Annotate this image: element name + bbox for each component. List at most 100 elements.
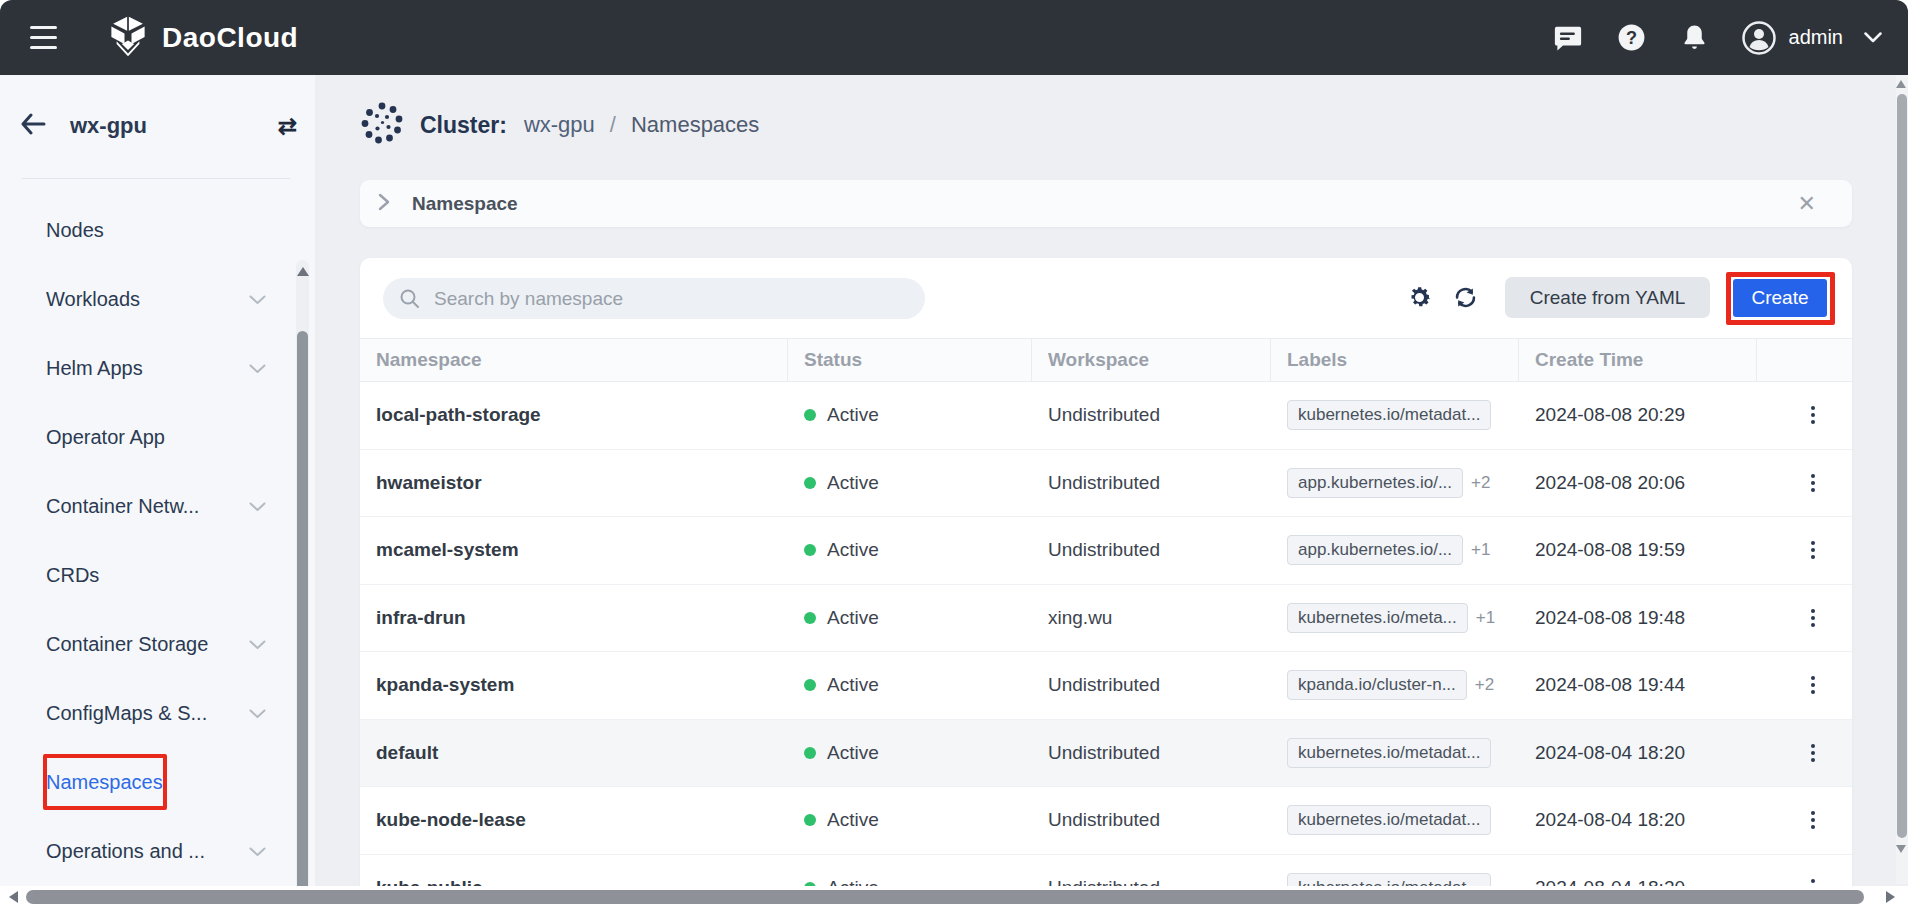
switch-cluster-icon[interactable]: ⇄ bbox=[278, 113, 297, 140]
svg-text:?: ? bbox=[1625, 28, 1636, 48]
sidebar-item-label: Container Storage bbox=[46, 633, 249, 656]
notifications-icon[interactable] bbox=[1680, 23, 1709, 52]
status-dot bbox=[804, 477, 816, 489]
refresh-icon[interactable] bbox=[1452, 284, 1479, 315]
sidebar-item-label: CRDs bbox=[46, 564, 249, 587]
vertical-scrollbar-thumb[interactable] bbox=[1897, 94, 1907, 838]
daocloud-logo-icon bbox=[107, 15, 149, 61]
status-dot bbox=[804, 679, 816, 691]
breadcrumb-cluster-name[interactable]: wx-gpu bbox=[524, 112, 595, 138]
search-input[interactable]: Search by namespace bbox=[383, 278, 925, 319]
chevron-down-icon bbox=[249, 843, 266, 861]
annotation-box-create bbox=[1726, 272, 1835, 325]
column-header[interactable]: Workspace bbox=[1032, 339, 1271, 381]
workspace-text: Undistributed bbox=[1048, 742, 1160, 764]
table-row[interactable]: default Active Undistributed kubernetes.… bbox=[360, 720, 1852, 788]
label-chip[interactable]: kubernetes.io/meta... bbox=[1287, 603, 1468, 633]
back-arrow-icon[interactable] bbox=[20, 113, 46, 139]
namespace-card: Search by namespace Create from YAML Cre… bbox=[360, 258, 1852, 909]
main-content: Cluster: wx-gpu / Namespaces Namespace ✕… bbox=[315, 75, 1908, 909]
user-avatar[interactable] bbox=[1742, 21, 1776, 55]
column-header[interactable]: Create Time bbox=[1519, 339, 1757, 381]
namespace-name[interactable]: default bbox=[376, 742, 438, 764]
table-row[interactable]: infra-drun Active xing.wu kubernetes.io/… bbox=[360, 585, 1852, 653]
row-actions-kebab-icon[interactable] bbox=[1811, 811, 1815, 829]
row-actions-kebab-icon[interactable] bbox=[1811, 609, 1815, 627]
column-header[interactable]: Labels bbox=[1271, 339, 1519, 381]
sidebar-item-label: Nodes bbox=[46, 219, 249, 242]
row-actions-kebab-icon[interactable] bbox=[1811, 744, 1815, 762]
chevron-down-icon bbox=[249, 360, 266, 378]
brand-name: DaoCloud bbox=[162, 22, 298, 54]
create-time: 2024-08-08 19:59 bbox=[1535, 539, 1685, 561]
label-chip[interactable]: kubernetes.io/metadat... bbox=[1287, 400, 1491, 430]
status-dot bbox=[804, 409, 816, 421]
namespace-name[interactable]: hwameistor bbox=[376, 472, 482, 494]
workspace-text: Undistributed bbox=[1048, 674, 1160, 696]
scroll-down-icon[interactable] bbox=[1896, 845, 1906, 853]
column-header[interactable]: Namespace bbox=[360, 339, 788, 381]
table-row[interactable]: kpanda-system Active Undistributed kpand… bbox=[360, 652, 1852, 720]
row-actions-kebab-icon[interactable] bbox=[1811, 406, 1815, 424]
settings-gear-icon[interactable] bbox=[1406, 284, 1433, 315]
chevron-down-icon bbox=[249, 498, 266, 516]
column-header[interactable] bbox=[1757, 339, 1852, 381]
sidebar-item-label: Operations and ... bbox=[46, 840, 249, 863]
expand-chevron-icon[interactable] bbox=[378, 193, 390, 215]
sidebar-item-helm-apps[interactable]: Helm Apps bbox=[0, 334, 290, 403]
workspace-text: Undistributed bbox=[1048, 404, 1160, 426]
sidebar-scroll-up-icon[interactable] bbox=[297, 267, 309, 276]
row-actions-kebab-icon[interactable] bbox=[1811, 474, 1815, 492]
search-icon bbox=[399, 288, 420, 309]
breadcrumb-cluster-label: Cluster: bbox=[420, 112, 507, 139]
label-chip[interactable]: kubernetes.io/metadat... bbox=[1287, 805, 1491, 835]
hamburger-menu-icon[interactable] bbox=[30, 26, 57, 49]
status-text: Active bbox=[827, 539, 879, 561]
horizontal-scrollbar-thumb[interactable] bbox=[26, 890, 1864, 904]
label-chip[interactable]: kubernetes.io/metadat... bbox=[1287, 738, 1491, 768]
namespace-name[interactable]: kube-node-lease bbox=[376, 809, 526, 831]
create-time: 2024-08-08 20:29 bbox=[1535, 404, 1685, 426]
table-row[interactable]: hwameistor Active Undistributed app.kube… bbox=[360, 450, 1852, 518]
scroll-left-icon[interactable] bbox=[9, 891, 18, 903]
sidebar-item-configmaps-s[interactable]: ConfigMaps & S... bbox=[0, 679, 290, 748]
messages-icon[interactable] bbox=[1553, 23, 1583, 53]
table-row[interactable]: kube-node-lease Active Undistributed kub… bbox=[360, 787, 1852, 855]
help-icon[interactable]: ? bbox=[1616, 22, 1647, 53]
scroll-right-icon[interactable] bbox=[1886, 891, 1895, 903]
sidebar-item-nodes[interactable]: Nodes bbox=[0, 196, 290, 265]
close-icon[interactable]: ✕ bbox=[1798, 193, 1816, 215]
table-row[interactable]: mcamel-system Active Undistributed app.k… bbox=[360, 517, 1852, 585]
namespace-collapse-bar[interactable]: Namespace ✕ bbox=[360, 180, 1852, 227]
sidebar-item-container-netw[interactable]: Container Netw... bbox=[0, 472, 290, 541]
create-time: 2024-08-04 18:20 bbox=[1535, 742, 1685, 764]
status-text: Active bbox=[827, 472, 879, 494]
sidebar-scrollbar-thumb[interactable] bbox=[297, 331, 308, 909]
username: admin bbox=[1789, 26, 1843, 49]
column-header[interactable]: Status bbox=[788, 339, 1032, 381]
namespace-name[interactable]: local-path-storage bbox=[376, 404, 541, 426]
label-chip[interactable]: kpanda.io/cluster-n... bbox=[1287, 670, 1467, 700]
workspace-text: Undistributed bbox=[1048, 472, 1160, 494]
sidebar-item-operator-app[interactable]: Operator App bbox=[0, 403, 290, 472]
scroll-up-icon[interactable] bbox=[1896, 80, 1906, 88]
chevron-down-icon bbox=[249, 636, 266, 654]
sidebar-item-workloads[interactable]: Workloads bbox=[0, 265, 290, 334]
row-actions-kebab-icon[interactable] bbox=[1811, 541, 1815, 559]
create-time: 2024-08-08 20:06 bbox=[1535, 472, 1685, 494]
sidebar-item-crds[interactable]: CRDs bbox=[0, 541, 290, 610]
namespace-name[interactable]: infra-drun bbox=[376, 607, 466, 629]
workspace-text: xing.wu bbox=[1048, 607, 1112, 629]
create-from-yaml-button[interactable]: Create from YAML bbox=[1505, 277, 1710, 318]
brand-logo[interactable]: DaoCloud bbox=[107, 15, 298, 61]
sidebar-item-operations-and[interactable]: Operations and ... bbox=[0, 817, 290, 886]
sidebar-item-container-storage[interactable]: Container Storage bbox=[0, 610, 290, 679]
user-menu-chevron-icon[interactable] bbox=[1864, 29, 1882, 47]
table-row[interactable]: local-path-storage Active Undistributed … bbox=[360, 382, 1852, 450]
sidebar-item-label: ConfigMaps & S... bbox=[46, 702, 249, 725]
row-actions-kebab-icon[interactable] bbox=[1811, 676, 1815, 694]
label-chip[interactable]: app.kubernetes.io/... bbox=[1287, 468, 1463, 498]
namespace-name[interactable]: mcamel-system bbox=[376, 539, 519, 561]
namespace-name[interactable]: kpanda-system bbox=[376, 674, 514, 696]
label-chip[interactable]: app.kubernetes.io/... bbox=[1287, 535, 1463, 565]
